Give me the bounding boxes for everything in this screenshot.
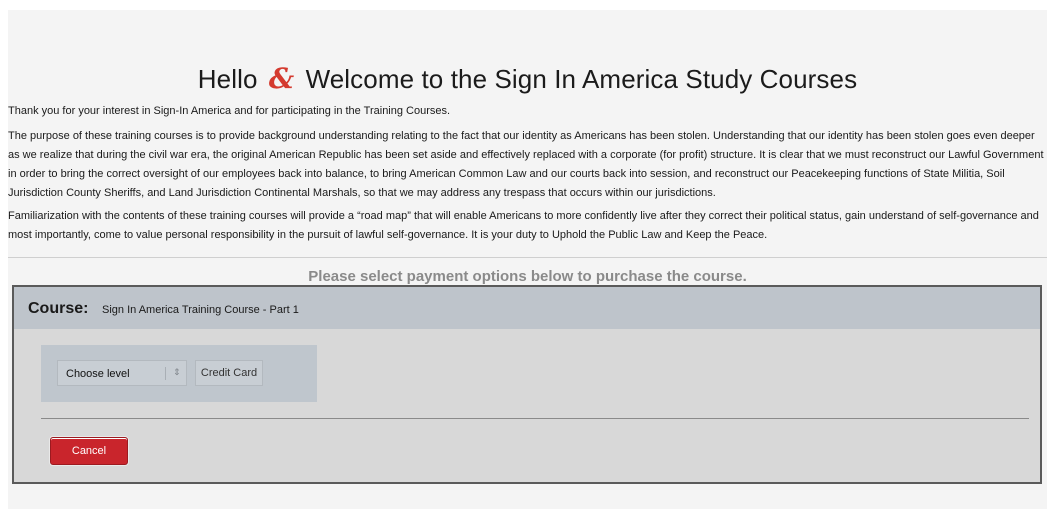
page-title: Hello & Welcome to the Sign In America S… — [8, 62, 1047, 95]
cancel-button[interactable]: Cancel — [50, 437, 128, 465]
title-hello: Hello — [197, 64, 258, 94]
payment-options: Choose level ⇕ Credit Card — [41, 345, 317, 402]
course-header: Course: Sign In America Training Course … — [14, 287, 1040, 329]
title-welcome: Welcome to the Sign In America Study Cou… — [305, 64, 858, 94]
credit-card-button[interactable]: Credit Card — [195, 360, 263, 386]
panel-divider — [41, 418, 1029, 419]
course-purchase-panel: Course: Sign In America Training Course … — [12, 285, 1042, 484]
course-name: Sign In America Training Course - Part 1 — [102, 304, 299, 316]
intro-thanks: Thank you for your interest in Sign-In A… — [8, 105, 451, 117]
level-select-value: Choose level — [66, 368, 130, 380]
payment-instructions: Please select payment options below to p… — [308, 268, 747, 285]
intro-familiarization: Familiarization with the contents of the… — [8, 210, 1039, 241]
section-divider — [8, 257, 1047, 258]
level-select[interactable]: Choose level ⇕ — [57, 360, 187, 386]
ampersand-logo: & — [268, 62, 295, 95]
updown-arrows-icon: ⇕ — [173, 367, 181, 377]
select-separator — [165, 367, 166, 380]
course-label: Course: — [28, 300, 89, 317]
intro-purpose: The purpose of these training courses is… — [8, 130, 1044, 199]
